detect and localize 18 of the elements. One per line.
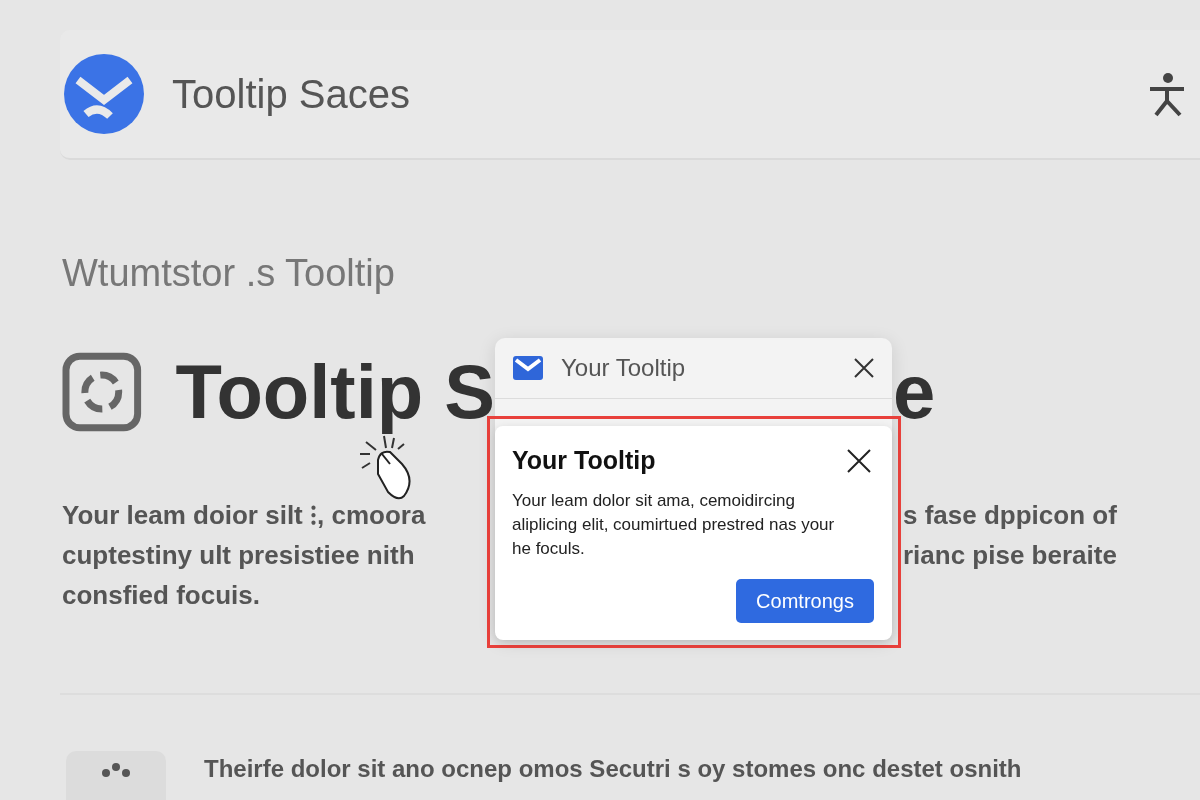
tooltip-text: Your leam dolor sit ama, cemoidircing aliplicing elit, coumirtued prestred nas your he foculs. bbox=[512, 490, 836, 560]
intro-text-line: cuptestiny ult presistiee nith bbox=[62, 539, 416, 572]
target-icon bbox=[62, 352, 142, 432]
intro-text-line: s fase dppicon of bbox=[903, 499, 1117, 532]
page-heading: e bbox=[893, 354, 936, 430]
mail-icon bbox=[513, 356, 543, 380]
tooltip-title: Your Tooltip bbox=[512, 446, 656, 475]
logo-icon bbox=[64, 54, 144, 134]
app-title: Tooltip Saces bbox=[172, 71, 411, 117]
popup-title: Your Tooltip bbox=[561, 354, 687, 382]
intro-text-line: consfied focuis. bbox=[62, 579, 261, 612]
close-icon[interactable] bbox=[854, 358, 874, 378]
card-text: Theirfe dolor sit ano ocnep omos Secutri s oy stomes onc destet osnith bbox=[204, 755, 1022, 783]
section-label: Wtumtstor .s Tooltip bbox=[62, 252, 396, 295]
intro-text-line: rianc pise beraite bbox=[903, 539, 1117, 572]
intro-text-line: Your leam doior silt ⁝, cmoora bbox=[62, 499, 427, 532]
confirm-button[interactable]: Comtrongs bbox=[736, 579, 874, 623]
close-icon[interactable] bbox=[847, 448, 871, 473]
